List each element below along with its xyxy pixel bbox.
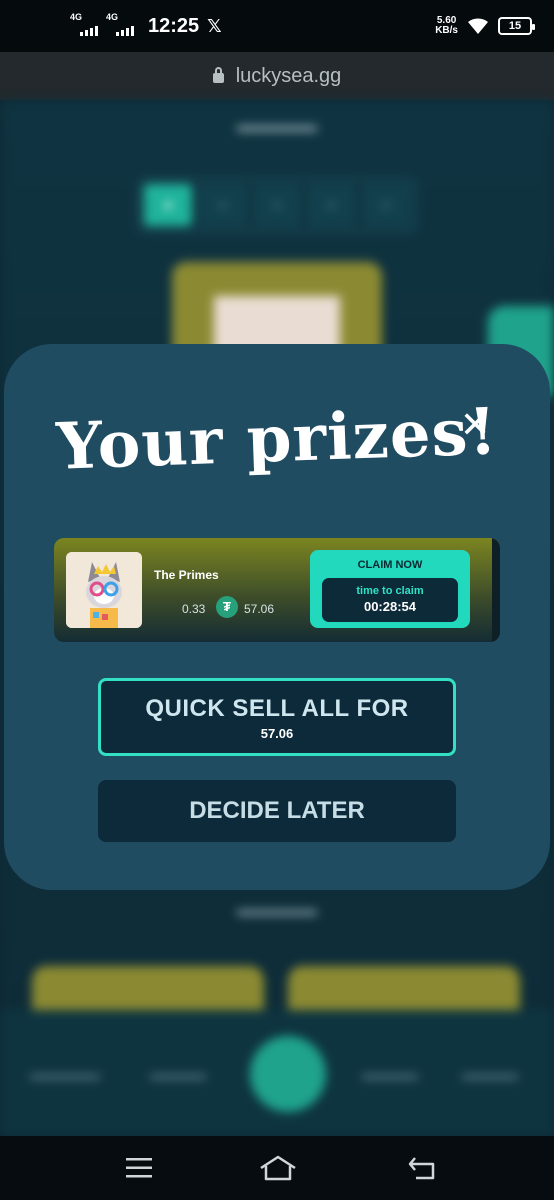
url-text: luckysea.gg: [235, 64, 342, 87]
decide-later-button[interactable]: DECIDE LATER: [98, 780, 456, 842]
close-icon[interactable]: ✕: [460, 407, 490, 443]
quick-sell-button[interactable]: QUICK SELL ALL FOR 57.06: [98, 678, 456, 756]
net-speed-unit: KB/s: [435, 25, 458, 36]
bg-nav-item: ▬▬▬▬: [362, 1066, 418, 1082]
system-nav-bar: [0, 1136, 554, 1200]
prize-amount: 0.33: [182, 602, 206, 616]
bg-filter-bar: ■ ▪▪ ▪▪ ▪▪ ▪▪: [138, 178, 416, 232]
bg-nav-center: [250, 1036, 326, 1112]
signal-label: 4G: [70, 12, 83, 22]
lock-icon: [212, 67, 224, 83]
screen: 4G 4G 12:25 𝕏 5.60 KB/s 15 luckysea.gg ▬…: [0, 0, 554, 1200]
signal-icon: 4G: [70, 12, 98, 36]
url-bar[interactable]: luckysea.gg: [0, 52, 554, 100]
quick-sell-value: 57.06: [260, 726, 294, 741]
bg-filter: ▪▪: [252, 184, 302, 226]
bg-nav-item: ▬▬▬▬: [150, 1066, 206, 1082]
prize-name: The Primes: [154, 568, 219, 582]
bg-filter: ▪▪: [361, 184, 411, 226]
clock: 12:25: [148, 14, 200, 37]
claim-now-button[interactable]: CLAIM NOW time to claim 00:28:54: [310, 550, 470, 628]
bg-heading-2: ▬▬▬▬▬: [237, 902, 317, 919]
timer-label: time to claim: [356, 585, 424, 597]
bg-heading: ▬▬▬▬▬: [237, 118, 317, 135]
wifi-icon: [468, 18, 488, 34]
quick-sell-label: QUICK SELL ALL FOR: [145, 695, 409, 722]
bg-nav-item: ▬▬▬▬: [462, 1066, 518, 1082]
bg-filter: ▪▪: [198, 184, 247, 226]
net-speed: 5.60 KB/s: [435, 16, 458, 36]
prize-image: [66, 552, 142, 628]
timer-countdown: 00:28:54: [363, 599, 417, 614]
x-logo-icon: 𝕏: [207, 15, 222, 36]
bg-filter: ▪▪: [307, 184, 356, 226]
home-icon[interactable]: [258, 1154, 298, 1182]
status-bar: 4G 4G 12:25 𝕏 5.60 KB/s 15: [0, 0, 554, 52]
back-icon[interactable]: [406, 1154, 438, 1182]
menu-icon[interactable]: [124, 1156, 154, 1180]
bg-filter: ■: [144, 184, 193, 226]
battery-level: 15: [508, 20, 522, 32]
battery-icon: 15: [498, 17, 535, 35]
prizes-modal: Your prizes! ✕ The Primes 0.33 ₮ 57.06 C…: [4, 344, 550, 890]
signal-icon-2: 4G: [106, 12, 134, 36]
tether-icon: ₮: [216, 596, 238, 618]
signal-label-2: 4G: [106, 12, 119, 22]
claim-timer: time to claim 00:28:54: [322, 578, 458, 622]
claim-now-label: CLAIM NOW: [357, 559, 423, 571]
bg-nav-item: ▬▬▬▬▬: [30, 1066, 100, 1082]
bg-bottom-nav: ▬▬▬▬▬ ▬▬▬▬ ▬▬▬▬ ▬▬▬▬: [0, 1010, 554, 1136]
prize-price: 57.06: [244, 602, 275, 616]
prize-card: The Primes 0.33 ₮ 57.06 CLAIM NOW time t…: [54, 538, 500, 642]
